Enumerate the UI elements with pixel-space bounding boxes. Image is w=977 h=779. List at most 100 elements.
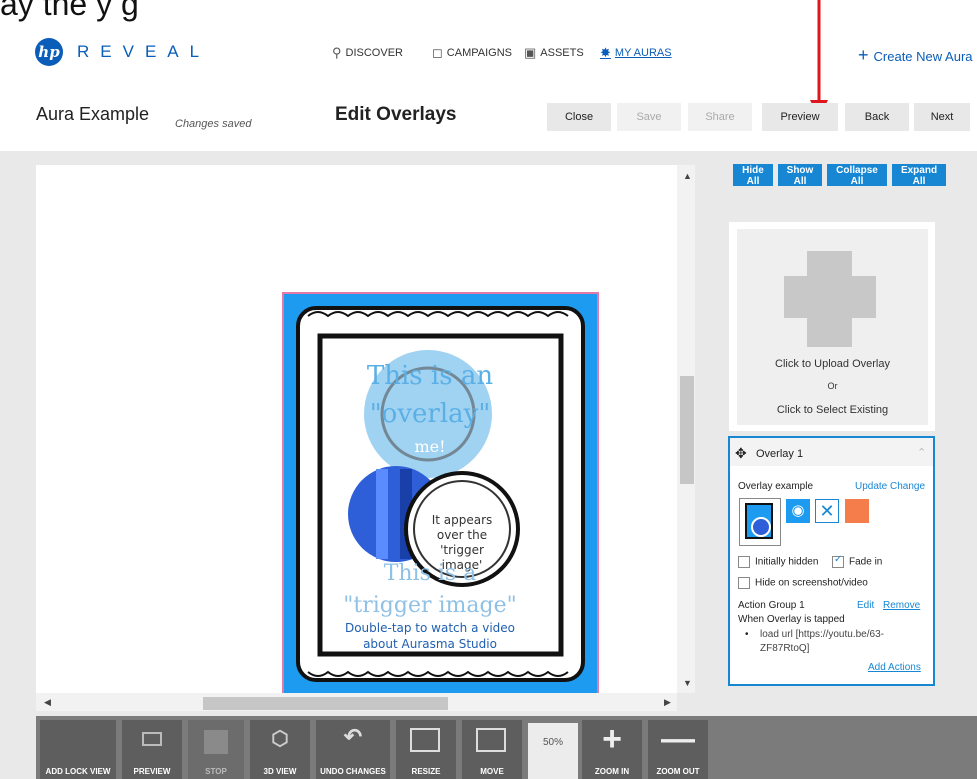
initially-hidden-checkbox[interactable] (738, 556, 750, 568)
cube-icon: ⬡ (271, 728, 289, 750)
logo-wordmark: REVEAL (77, 42, 211, 61)
nav-my-auras[interactable]: ✸ MY AURAS (600, 45, 672, 61)
upload-overlay-link[interactable]: Click to Upload Overlay (737, 358, 928, 370)
trigger-text-2: "trigger image" (343, 593, 516, 618)
slide-caption: ay the y g (0, 0, 139, 22)
initially-hidden-option[interactable]: Initially hidden (738, 556, 818, 568)
trigger-text-1: This is a (384, 561, 477, 586)
action-group-title: Action Group 1 (738, 600, 805, 611)
horizontal-scroll-thumb[interactable] (203, 697, 448, 710)
monitor-icon (142, 732, 162, 746)
collapse-all-button[interactable]: Collapse All (827, 164, 887, 187)
stop-button[interactable]: STOP (188, 720, 244, 779)
overlay-title: Overlay 1 (756, 448, 804, 460)
collapse-chevron-icon[interactable]: ⌃ (917, 446, 926, 459)
hide-on-screenshot-label: Hide on screenshot/video (755, 577, 868, 589)
preview-button[interactable]: Preview (762, 103, 838, 131)
fade-in-option[interactable]: Fade in (832, 554, 883, 568)
add-lock-view-button[interactable]: ADD LOCK VIEW (40, 720, 116, 779)
bullet-icon: • (745, 629, 749, 640)
zoom-in-button[interactable]: + ZOOM IN (582, 720, 642, 779)
trigger-image-art: This is an "overlay" me! It appears over… (296, 306, 585, 682)
overlay-name: Overlay example (738, 481, 814, 492)
fade-in-label: Fade in (849, 556, 883, 568)
bubble-text-3: 'trigger (440, 543, 484, 557)
overlay-text-1: This is an (367, 361, 493, 391)
overlay-text-2: "overlay" (370, 399, 491, 429)
bubble-text-2: over the (437, 528, 487, 542)
save-status: Changes saved (175, 118, 252, 130)
action-trigger-text: When Overlay is tapped (738, 614, 845, 625)
trigger-image[interactable]: This is an "overlay" me! It appears over… (284, 294, 597, 693)
megaphone-icon: ◻ (432, 45, 443, 60)
remove-action-link[interactable]: Remove (883, 600, 920, 611)
add-actions-link[interactable]: Add Actions (868, 662, 921, 673)
zoom-out-minus-icon: — (661, 720, 695, 758)
next-button[interactable]: Next (914, 103, 970, 131)
back-button[interactable]: Back (845, 103, 909, 131)
nav-my-auras-label: MY AURAS (614, 47, 672, 59)
plus-icon: + (858, 45, 869, 65)
overlay-thumbnail[interactable] (739, 498, 781, 546)
zoom-in-plus-icon: + (602, 720, 622, 758)
trigger-text-3: Double-tap to watch a video (345, 621, 515, 635)
color-swatch[interactable] (845, 499, 869, 523)
resize-icon (410, 728, 440, 752)
visibility-eye-icon[interactable]: ◉ (786, 499, 810, 523)
resize-button[interactable]: RESIZE (396, 720, 456, 779)
scroll-left-arrow-icon[interactable]: ◀ (44, 697, 51, 708)
zoom-out-button[interactable]: — ZOOM OUT (648, 720, 708, 779)
expand-all-button[interactable]: Expand All (892, 164, 946, 187)
overlay-text-3: me! (414, 437, 445, 456)
page-title: Edit Overlays (335, 104, 457, 125)
action-url-line-2: ZF87RtoQ] (760, 643, 810, 654)
image-icon: ▣ (524, 45, 537, 60)
undo-icon: ↶ (343, 724, 363, 749)
nav-assets[interactable]: ▣ ASSETS (524, 45, 584, 61)
create-new-label: Create New Aura (873, 49, 973, 64)
edit-action-link[interactable]: Edit (857, 600, 874, 611)
move-button[interactable]: MOVE (462, 720, 522, 779)
preview-tool-button[interactable]: PREVIEW (122, 720, 182, 779)
red-arrow-annotation (810, 0, 828, 118)
hide-all-button[interactable]: Hide All (733, 164, 773, 187)
update-link[interactable]: Update (855, 481, 887, 492)
close-button[interactable]: Close (547, 103, 611, 131)
bubble-text-1: It appears (432, 513, 493, 527)
scroll-right-arrow-icon[interactable]: ▶ (664, 697, 671, 708)
scroll-up-arrow-icon[interactable]: ▲ (683, 171, 692, 181)
search-icon: ⚲ (332, 45, 342, 60)
undo-changes-button[interactable]: ↶ UNDO CHANGES (316, 720, 390, 779)
hide-on-screenshot-option[interactable]: Hide on screenshot/video (738, 577, 868, 589)
fade-in-checkbox[interactable] (832, 554, 844, 568)
3d-view-button[interactable]: ⬡ 3D VIEW (250, 720, 310, 779)
change-link[interactable]: Change (890, 481, 925, 492)
nav-discover[interactable]: ⚲ DISCOVER (332, 45, 403, 61)
nav-discover-label: DISCOVER (345, 47, 403, 59)
trigger-text-4: about Aurasma Studio (363, 637, 497, 651)
select-existing-link[interactable]: Click to Select Existing (737, 404, 928, 416)
move-handle-icon[interactable]: ✥ (735, 445, 747, 462)
scroll-down-arrow-icon[interactable]: ▼ (683, 678, 692, 688)
nav-assets-label: ASSETS (540, 47, 584, 59)
upload-or-text: Or (827, 381, 838, 391)
upload-plus-icon-bar (784, 276, 876, 318)
hp-reveal-logo[interactable]: hp REVEAL (35, 38, 210, 66)
move-icon (476, 728, 506, 752)
hide-on-screenshot-checkbox[interactable] (738, 577, 750, 589)
show-all-button[interactable]: Show All (778, 164, 822, 187)
aura-name: Aura Example (36, 104, 150, 124)
share-button[interactable]: Share (688, 103, 752, 131)
hp-logo-icon: hp (35, 38, 63, 66)
nav-campaigns-label: CAMPAIGNS (446, 47, 512, 59)
aura-icon: ✸ (600, 45, 611, 60)
initially-hidden-label: Initially hidden (755, 556, 819, 568)
action-url-line-1: load url [https://youtu.be/63- (760, 629, 884, 640)
vertical-scroll-thumb[interactable] (680, 376, 694, 484)
save-button[interactable]: Save (617, 103, 681, 131)
stop-icon (204, 730, 228, 754)
nav-campaigns[interactable]: ◻ CAMPAIGNS (432, 45, 512, 61)
delete-x-icon[interactable]: ✕ (815, 499, 839, 523)
create-new-aura-link[interactable]: + Create New Aura (858, 45, 973, 66)
zoom-level: 50% (528, 723, 578, 779)
